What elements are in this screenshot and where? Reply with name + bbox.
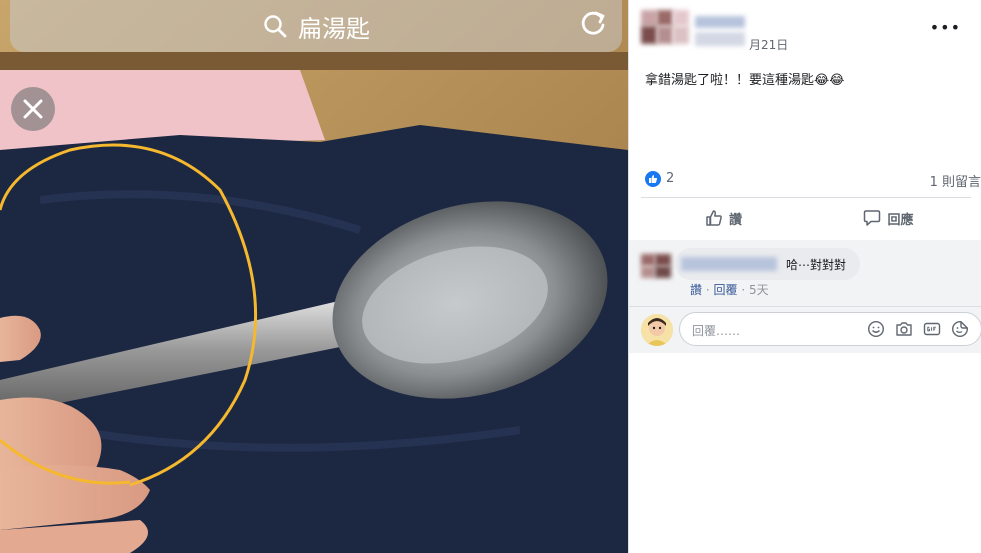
meta-separator: ·	[705, 283, 710, 297]
comment-like-link[interactable]: 讚	[690, 283, 702, 297]
comment-bubble: 哈⋯對對對	[675, 248, 860, 280]
search-bar[interactable]: 扁湯匙	[10, 0, 622, 52]
comment-button[interactable]: 回應	[806, 203, 971, 233]
post-stats: 2 1 則留言	[645, 169, 981, 190]
comment-icon	[864, 210, 881, 226]
post-date[interactable]: 月21日	[749, 36, 788, 53]
comments-section: 哈⋯對對對 讚 · 回覆 · 5天 回覆……	[629, 240, 981, 553]
reply-input[interactable]: 回覆……	[679, 312, 981, 346]
comment-reply-link[interactable]: 回覆	[714, 283, 738, 297]
camera-icon[interactable]	[895, 320, 913, 338]
close-icon	[23, 99, 43, 119]
comment-meta: 讚 · 回覆 · 5天	[690, 281, 769, 298]
post-sidebar: 月21日 ••• 拿錯湯匙了啦！！要這種湯匙😂😂 2 1 則留言 讚 回應 哈⋯…	[628, 0, 981, 553]
current-user-avatar	[641, 314, 673, 346]
commenter-avatar[interactable]	[641, 254, 671, 278]
meta-separator: ·	[741, 283, 746, 297]
photo-image	[0, 0, 628, 553]
more-options-icon[interactable]: •••	[930, 18, 961, 37]
like-button[interactable]: 讚	[641, 203, 806, 233]
post-text: 拿錯湯匙了啦！！要這種湯匙😂😂	[645, 73, 845, 88]
reply-placeholder: 回覆……	[692, 324, 741, 338]
comment-button-label: 回應	[887, 212, 914, 228]
search-query: 扁湯匙	[298, 14, 370, 43]
search-icon	[264, 15, 287, 38]
like-reaction-icon[interactable]	[645, 171, 661, 187]
commenter-name[interactable]	[681, 257, 777, 271]
emoji-icon[interactable]	[867, 320, 885, 338]
post-actions: 讚 回應	[641, 203, 971, 233]
thumbs-up-icon	[706, 210, 722, 226]
like-count[interactable]: 2	[666, 171, 674, 186]
author-avatar[interactable]	[641, 10, 749, 50]
comment-count[interactable]: 1 則留言	[930, 171, 981, 190]
gif-icon[interactable]	[923, 320, 941, 338]
sticker-icon[interactable]	[951, 320, 969, 338]
comment-time[interactable]: 5天	[749, 283, 769, 297]
blank-area	[629, 353, 981, 553]
divider	[641, 197, 971, 198]
reply-tools	[867, 320, 969, 338]
divider	[629, 306, 981, 307]
close-button[interactable]	[11, 87, 55, 131]
post-header: 月21日 •••	[641, 10, 971, 54]
comment-text: 哈⋯對對對	[786, 258, 847, 272]
like-button-label: 讚	[728, 212, 742, 228]
reload-icon[interactable]	[578, 8, 608, 38]
photo-viewer: 扁湯匙	[0, 0, 628, 553]
